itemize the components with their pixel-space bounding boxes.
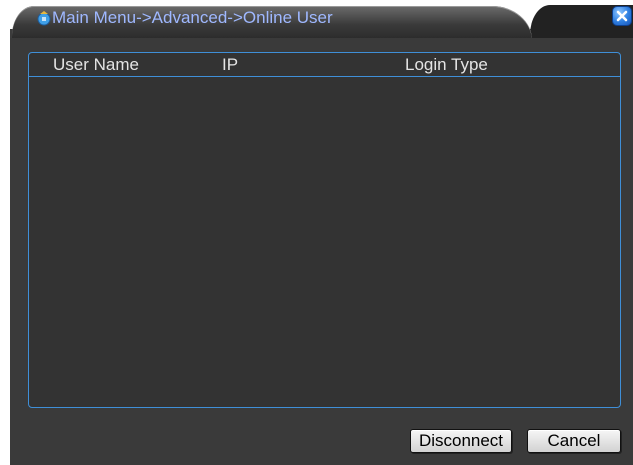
disconnect-button[interactable]: Disconnect [410, 429, 512, 453]
online-user-table: User Name IP Login Type [28, 52, 621, 408]
window-title: Main Menu->Advanced->Online User [52, 8, 333, 27]
online-user-dialog: Main Menu->Advanced->Online User User Na… [0, 0, 633, 465]
column-header-login-type[interactable]: Login Type [405, 54, 488, 76]
column-header-user-name[interactable]: User Name [53, 54, 139, 76]
table-header: User Name IP Login Type [29, 53, 620, 77]
title-bar: Main Menu->Advanced->Online User [0, 0, 633, 40]
table-body[interactable] [29, 77, 620, 407]
close-button[interactable] [612, 6, 632, 26]
app-menu-icon [36, 10, 52, 26]
cancel-button[interactable]: Cancel [527, 429, 621, 453]
column-header-ip[interactable]: IP [222, 54, 238, 76]
close-icon [616, 10, 628, 22]
